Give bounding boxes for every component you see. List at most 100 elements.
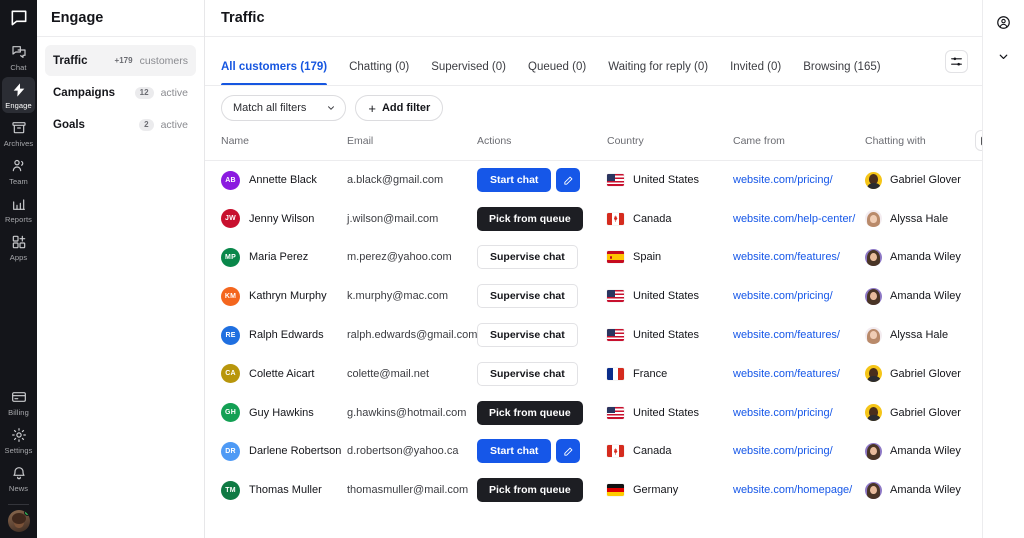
match-filters-label: Match all filters	[233, 102, 307, 114]
sidebar-item-settings[interactable]: Settings	[2, 422, 35, 458]
tab-all-customers[interactable]: All customers (179)	[221, 61, 328, 85]
filter-bar: Match all filters + Add filter	[205, 86, 982, 130]
avatar: JW	[221, 209, 240, 229]
table-row[interactable]: JW Jenny Wilson j.wilson@mail.com Pick from…	[205, 199, 982, 238]
table-body: AB Annette Black a.black@gmail.com Start ch…	[205, 161, 982, 510]
sidebar-item-billing[interactable]: Billing	[2, 384, 35, 420]
tab-invited[interactable]: Invited (0)	[730, 61, 781, 85]
sidebar-item-news[interactable]: News	[2, 460, 35, 496]
campaigns-count-unit: active	[160, 86, 188, 99]
action-button[interactable]: Pick from queue	[477, 206, 583, 231]
avatar-initials: GH	[225, 409, 236, 417]
tab-chatting[interactable]: Chatting (0)	[349, 61, 409, 85]
agent-avatar	[865, 248, 882, 266]
table-row[interactable]: RE Ralph Edwards ralph.edwards@gmail.com Su…	[205, 316, 982, 355]
sidebar-item-reports[interactable]: Reports	[2, 191, 35, 227]
action-button[interactable]: Pick from queue	[477, 400, 583, 425]
cell-name: TM Thomas Muller	[205, 471, 347, 510]
cell-country: Canada	[607, 432, 733, 471]
action-button[interactable]: Supervise chat	[477, 361, 578, 386]
country-name: Germany	[633, 484, 679, 497]
cell-actions: Supervise chat	[477, 277, 607, 316]
cell-came-from: website.com/features/	[733, 238, 865, 277]
sidebar-item-engage[interactable]: Engage	[2, 77, 35, 113]
col-header-chatting-with[interactable]: Chatting with	[865, 130, 975, 161]
sidebar-item-goals[interactable]: Goals 2 active	[45, 109, 196, 140]
profile-circle-icon[interactable]	[991, 9, 1017, 35]
tab-supervised[interactable]: Supervised (0)	[431, 61, 506, 85]
sidebar-item-apps[interactable]: Apps	[2, 229, 35, 265]
came-from-link[interactable]: website.com/pricing/	[733, 407, 833, 419]
agent-avatar	[865, 326, 882, 344]
cell-chatting-with: Gabriel Glover	[865, 393, 975, 432]
tab-queued[interactable]: Queued (0)	[528, 61, 586, 85]
col-header-name[interactable]: Name	[205, 130, 347, 161]
match-filters-select[interactable]: Match all filters	[221, 95, 347, 121]
engage-sidebar: Engage Traffic +179 customers Campaigns …	[37, 0, 205, 538]
cell-chatting-with: Alyssa Hale	[865, 316, 975, 355]
table-row[interactable]: CA Colette Aicart colette@mail.net Supervis…	[205, 354, 982, 393]
pencil-icon[interactable]	[556, 168, 581, 193]
cell-email: j.wilson@mail.com	[347, 199, 477, 238]
came-from-link[interactable]: website.com/features/	[733, 368, 840, 380]
came-from-link[interactable]: website.com/pricing/	[733, 174, 833, 186]
sliders-filter-icon[interactable]	[945, 49, 968, 73]
tab-waiting-for-reply[interactable]: Waiting for reply (0)	[608, 61, 708, 85]
action-button[interactable]: Pick from queue	[477, 478, 583, 503]
table-row[interactable]: TM Thomas Muller thomasmuller@mail.com Pick…	[205, 471, 982, 510]
table-header-row: Name Email Actions Country Came from Cha…	[205, 130, 982, 161]
cell-name: AB Annette Black	[205, 161, 347, 200]
sidebar-item-label: Chat	[10, 63, 27, 72]
came-from-link[interactable]: website.com/pricing/	[733, 290, 833, 302]
sidebar-item-team[interactable]: Team	[2, 153, 35, 189]
sidebar-item-campaigns[interactable]: Campaigns 12 active	[45, 77, 196, 108]
avatar-initials: JW	[225, 215, 236, 223]
pencil-icon[interactable]	[556, 439, 581, 464]
table-row[interactable]: KM Kathryn Murphy k.murphy@mac.com Supervis…	[205, 277, 982, 316]
livechat-logo-icon[interactable]	[9, 8, 29, 33]
customer-email: colette@mail.net	[347, 367, 430, 380]
table-row[interactable]: MP Maria Perez m.perez@yahoo.com Supervise …	[205, 238, 982, 277]
engage-sidebar-header: Engage	[37, 0, 204, 37]
came-from-link[interactable]: website.com/pricing/	[733, 445, 833, 457]
customer-email: k.murphy@mac.com	[347, 290, 449, 303]
action-button[interactable]: Start chat	[477, 439, 552, 464]
col-header-came-from[interactable]: Came from	[733, 130, 865, 161]
agent-name: Gabriel Glover	[890, 367, 961, 380]
action-button[interactable]: Supervise chat	[477, 245, 578, 270]
agent-name: Alyssa Hale	[890, 329, 949, 342]
came-from-link[interactable]: website.com/features/	[733, 251, 840, 263]
table-row[interactable]: AB Annette Black a.black@gmail.com Start ch…	[205, 161, 982, 200]
came-from-link[interactable]: website.com/help-center/	[733, 213, 855, 225]
flag-icon-us	[607, 174, 624, 187]
came-from-link[interactable]: website.com/features/	[733, 329, 840, 341]
table-row[interactable]: GH Guy Hawkins g.hawkins@hotmail.com Pick f…	[205, 393, 982, 432]
sidebar-item-label: Reports	[5, 215, 32, 224]
avatar-initials: CA	[225, 370, 236, 378]
action-button[interactable]: Supervise chat	[477, 284, 578, 309]
sidebar-item-label: Traffic	[53, 54, 88, 67]
sidebar-item-archives[interactable]: Archives	[2, 115, 35, 151]
table-row[interactable]: DR Darlene Robertson d.robertson@yahoo.ca S…	[205, 432, 982, 471]
chevron-down-icon[interactable]	[991, 43, 1017, 69]
sidebar-item-chat[interactable]: Chat	[2, 39, 35, 75]
country-name: Canada	[633, 212, 672, 225]
col-header-country[interactable]: Country	[607, 130, 733, 161]
action-button[interactable]: Start chat	[477, 168, 552, 193]
sidebar-item-traffic[interactable]: Traffic +179 customers	[45, 45, 196, 76]
came-from-link[interactable]: website.com/homepage/	[733, 484, 852, 496]
action-button[interactable]: Supervise chat	[477, 323, 578, 348]
cell-email: m.perez@yahoo.com	[347, 238, 477, 277]
columns-icon[interactable]	[975, 130, 982, 151]
col-header-actions[interactable]: Actions	[477, 130, 607, 161]
col-header-email[interactable]: Email	[347, 130, 477, 161]
add-filter-button[interactable]: + Add filter	[355, 95, 444, 121]
country-name: United States	[633, 406, 700, 419]
tab-browsing[interactable]: Browsing (165)	[803, 61, 880, 85]
rail-divider	[8, 504, 29, 505]
goals-count-badge: 2	[139, 118, 154, 131]
cell-email: a.black@gmail.com	[347, 161, 477, 200]
customer-name: Kathryn Murphy	[249, 290, 327, 303]
customer-name: Guy Hawkins	[249, 406, 314, 419]
avatar[interactable]	[7, 510, 30, 532]
